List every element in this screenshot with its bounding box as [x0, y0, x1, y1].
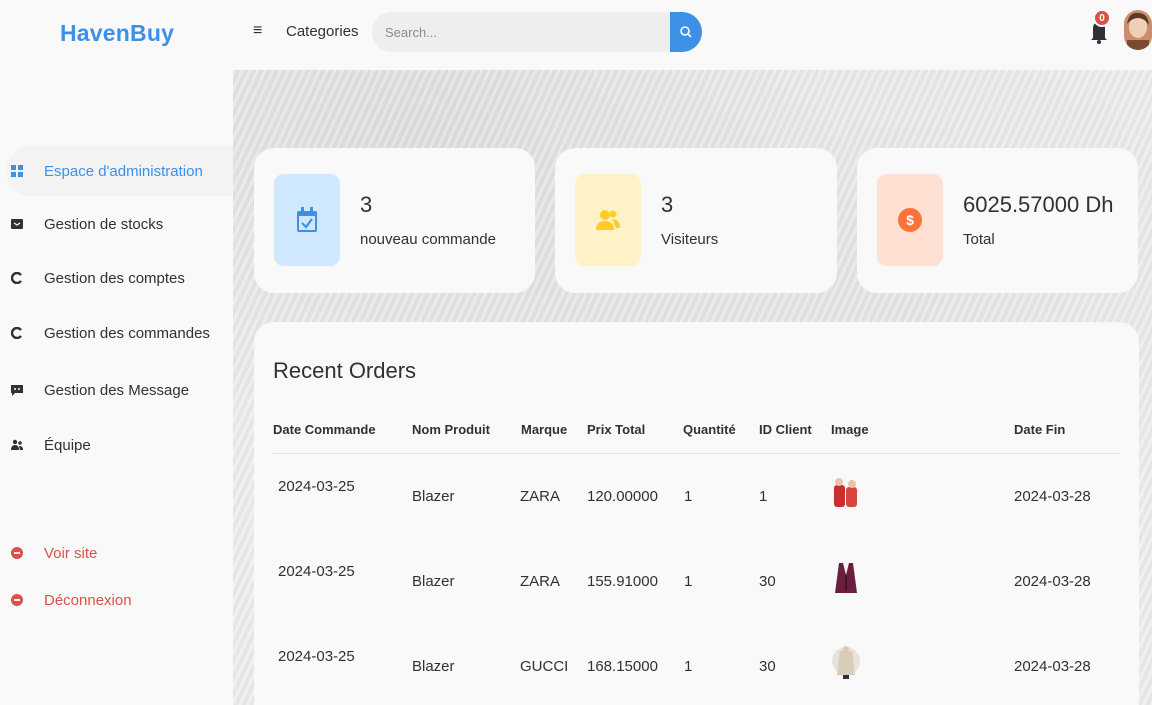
- total-price: 120.00000: [587, 488, 658, 505]
- client-id: 30: [759, 658, 776, 675]
- quantity: 1: [684, 658, 693, 675]
- svg-text:$: $: [906, 212, 914, 228]
- product-name: Blazer: [412, 488, 455, 505]
- search-input[interactable]: [372, 12, 672, 52]
- quantity: 1: [684, 488, 693, 505]
- stat-card-total: $ 6025.57000 Dh Total: [857, 148, 1138, 293]
- end-date: 2024-03-28: [1014, 658, 1091, 675]
- sidebar-item-team[interactable]: Équipe: [0, 420, 233, 470]
- stat-value: 6025.57000 Dh: [963, 192, 1114, 217]
- sidebar-item-label: Déconnexion: [44, 591, 132, 609]
- column-header: Nom Produit: [412, 422, 490, 437]
- search-button[interactable]: [670, 12, 702, 52]
- avatar[interactable]: [1124, 10, 1152, 50]
- box-icon: [10, 217, 24, 231]
- minus-circle-icon: [10, 546, 24, 560]
- total-price: 168.15000: [587, 658, 658, 675]
- sidebar-item-label: Équipe: [44, 436, 91, 454]
- sidebar-item-label: Gestion des comptes: [44, 269, 185, 287]
- column-header: ID Client: [759, 422, 812, 437]
- sidebar-item-label: Gestion des commandes: [44, 324, 210, 342]
- order-date: 2024-03-25: [278, 563, 355, 580]
- stat-label: nouveau commande: [360, 231, 496, 248]
- categories-link[interactable]: Categories: [286, 23, 359, 40]
- brand-name: GUCCI: [520, 658, 569, 675]
- dollar-circle-icon: $: [877, 174, 943, 266]
- people-icon: [575, 174, 641, 266]
- notification-count-badge: 0: [1093, 9, 1111, 27]
- stat-card-visitors: 3 Visiteurs: [555, 148, 837, 293]
- search-form: [372, 12, 672, 52]
- stat-label: Total: [963, 231, 995, 248]
- column-header: Date Commande: [273, 422, 376, 437]
- recent-orders-panel: Recent Orders Date Commande Nom Produit …: [254, 322, 1139, 705]
- circle-icon: [10, 326, 24, 340]
- sidebar-item-messages[interactable]: Gestion des Message: [0, 365, 233, 415]
- client-id: 30: [759, 573, 776, 590]
- order-date: 2024-03-25: [278, 478, 355, 495]
- sidebar-item-label: Gestion des Message: [44, 381, 190, 399]
- brand-logo[interactable]: HavenBuy: [60, 20, 174, 47]
- sidebar-item-label: Espace d'administration: [44, 162, 203, 180]
- column-header: Date Fin: [1014, 422, 1066, 437]
- calendar-check-icon: [274, 174, 340, 266]
- sidebar-item-view-site[interactable]: Voir site: [0, 528, 233, 578]
- search-icon: [680, 26, 692, 38]
- stat-value: 3: [661, 192, 674, 217]
- product-thumbnail[interactable]: [831, 643, 861, 679]
- column-header: Prix Total: [587, 422, 646, 437]
- sidebar-item-label: Voir site: [44, 544, 98, 562]
- product-thumbnail[interactable]: [831, 559, 861, 595]
- menu-icon[interactable]: ≡: [253, 22, 262, 40]
- sidebar-item-label: Gestion de stocks: [44, 215, 164, 233]
- column-header: Quantité: [683, 422, 736, 437]
- sidebar-item-accounts[interactable]: Gestion des comptes: [0, 253, 233, 303]
- minus-circle-icon: [10, 593, 24, 607]
- brand-name: ZARA: [520, 573, 561, 590]
- header-divider: [273, 453, 1119, 454]
- recent-orders-title: Recent Orders: [273, 358, 417, 383]
- message-icon: [10, 383, 24, 397]
- sidebar-item-admin-space[interactable]: Espace d'administration: [6, 146, 233, 196]
- order-date: 2024-03-25: [278, 648, 355, 665]
- total-price: 155.91000: [587, 573, 658, 590]
- product-name: Blazer: [412, 658, 455, 675]
- end-date: 2024-03-28: [1014, 488, 1091, 505]
- stat-value: 3: [360, 192, 373, 217]
- column-header: Image: [831, 422, 869, 437]
- product-name: Blazer: [412, 573, 455, 590]
- team-icon: [10, 438, 24, 452]
- top-navbar: HavenBuy ≡ Categories 0: [0, 0, 1152, 70]
- grid-icon: [10, 164, 24, 178]
- brand-name: ZARA: [520, 488, 561, 505]
- quantity: 1: [684, 573, 693, 590]
- product-thumbnail[interactable]: [831, 475, 861, 511]
- stat-label: Visiteurs: [661, 231, 719, 248]
- stat-card-orders: 3 nouveau commande: [254, 148, 535, 293]
- sidebar-item-logout[interactable]: Déconnexion: [0, 575, 233, 625]
- sidebar: Espace d'administration Gestion de stock…: [0, 70, 233, 705]
- circle-icon: [10, 271, 24, 285]
- sidebar-item-stock[interactable]: Gestion de stocks: [0, 199, 233, 249]
- client-id: 1: [759, 488, 768, 505]
- column-header: Marque: [521, 422, 568, 437]
- sidebar-item-orders[interactable]: Gestion des commandes: [0, 308, 233, 358]
- end-date: 2024-03-28: [1014, 573, 1091, 590]
